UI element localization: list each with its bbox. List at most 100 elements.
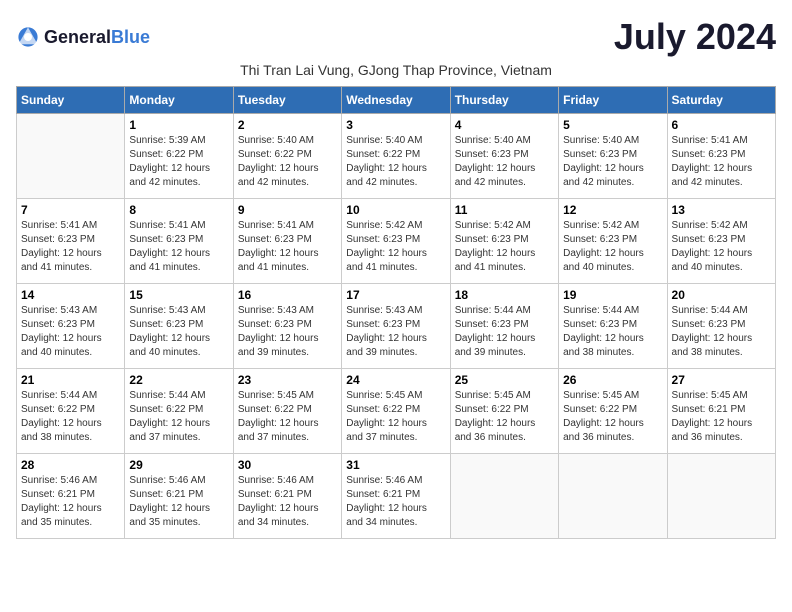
- day-info: Sunrise: 5:46 AM Sunset: 6:21 PM Dayligh…: [129, 474, 228, 530]
- week-row-5: 28 Sunrise: 5:46 AM Sunset: 6:21 PM Dayli…: [17, 454, 776, 539]
- calendar-header: SundayMondayTuesdayWednesdayThursdayFrid…: [17, 87, 776, 114]
- calendar-cell: 21Sunrise: 5:44 AM Sunset: 6:22 PM Dayli…: [17, 369, 125, 454]
- day-number: 3: [346, 118, 445, 132]
- day-header-monday: Monday: [125, 87, 233, 114]
- week-row-3: 14Sunrise: 5:43 AM Sunset: 6:23 PM Dayli…: [17, 284, 776, 369]
- day-number: 4: [455, 118, 554, 132]
- day-number: 22: [129, 373, 228, 387]
- calendar-cell: 6 Sunrise: 5:41 AM Sunset: 6:23 PM Daylig…: [667, 114, 775, 199]
- day-info: Sunrise: 5:41 AM Sunset: 6:23 PM Dayligh…: [238, 219, 337, 275]
- day-info: Sunrise: 5:45 AM Sunset: 6:22 PM Dayligh…: [238, 389, 337, 445]
- calendar-cell: 3Sunrise: 5:40 AM Sunset: 6:22 PM Daylig…: [342, 114, 450, 199]
- day-number: 6: [672, 118, 771, 132]
- day-number: 29: [129, 458, 228, 472]
- day-info: Sunrise: 5:44 AM Sunset: 6:23 PM Dayligh…: [455, 304, 554, 360]
- calendar-cell: 27 Sunrise: 5:45 AM Sunset: 6:21 PM Dayli…: [667, 369, 775, 454]
- day-info: Sunrise: 5:43 AM Sunset: 6:23 PM Dayligh…: [238, 304, 337, 360]
- calendar-cell: 23 Sunrise: 5:45 AM Sunset: 6:22 PM Dayli…: [233, 369, 341, 454]
- calendar-cell: 9 Sunrise: 5:41 AM Sunset: 6:23 PM Daylig…: [233, 199, 341, 284]
- day-info: Sunrise: 5:41 AM Sunset: 6:23 PM Dayligh…: [672, 134, 771, 190]
- logo-general-text: General: [44, 27, 111, 47]
- day-header-saturday: Saturday: [667, 87, 775, 114]
- day-number: 8: [129, 203, 228, 217]
- calendar-cell: 8 Sunrise: 5:41 AM Sunset: 6:23 PM Daylig…: [125, 199, 233, 284]
- day-info: Sunrise: 5:41 AM Sunset: 6:23 PM Dayligh…: [129, 219, 228, 275]
- day-number: 19: [563, 288, 662, 302]
- day-number: 12: [563, 203, 662, 217]
- calendar-table: SundayMondayTuesdayWednesdayThursdayFrid…: [16, 86, 776, 539]
- day-info: Sunrise: 5:41 AM Sunset: 6:23 PM Dayligh…: [21, 219, 120, 275]
- day-header-wednesday: Wednesday: [342, 87, 450, 114]
- calendar-cell: 4 Sunrise: 5:40 AM Sunset: 6:23 PM Daylig…: [450, 114, 558, 199]
- day-number: 18: [455, 288, 554, 302]
- calendar-cell: 16 Sunrise: 5:43 AM Sunset: 6:23 PM Dayli…: [233, 284, 341, 369]
- calendar-cell: 17 Sunrise: 5:43 AM Sunset: 6:23 PM Dayli…: [342, 284, 450, 369]
- day-info: Sunrise: 5:44 AM Sunset: 6:22 PM Dayligh…: [129, 389, 228, 445]
- calendar-cell: 22 Sunrise: 5:44 AM Sunset: 6:22 PM Dayli…: [125, 369, 233, 454]
- day-info: Sunrise: 5:43 AM Sunset: 6:23 PM Dayligh…: [21, 304, 120, 360]
- day-number: 15: [129, 288, 228, 302]
- day-number: 7: [21, 203, 120, 217]
- calendar-cell: [667, 454, 775, 539]
- days-of-week-row: SundayMondayTuesdayWednesdayThursdayFrid…: [17, 87, 776, 114]
- day-number: 20: [672, 288, 771, 302]
- day-number: 13: [672, 203, 771, 217]
- day-header-tuesday: Tuesday: [233, 87, 341, 114]
- day-header-thursday: Thursday: [450, 87, 558, 114]
- week-row-4: 21Sunrise: 5:44 AM Sunset: 6:22 PM Dayli…: [17, 369, 776, 454]
- day-info: Sunrise: 5:40 AM Sunset: 6:23 PM Dayligh…: [563, 134, 662, 190]
- day-info: Sunrise: 5:46 AM Sunset: 6:21 PM Dayligh…: [21, 474, 120, 530]
- calendar-cell: [17, 114, 125, 199]
- day-number: 16: [238, 288, 337, 302]
- day-number: 30: [238, 458, 337, 472]
- calendar-cell: 19 Sunrise: 5:44 AM Sunset: 6:23 PM Dayli…: [559, 284, 667, 369]
- calendar-cell: 15 Sunrise: 5:43 AM Sunset: 6:23 PM Dayli…: [125, 284, 233, 369]
- day-number: 28: [21, 458, 120, 472]
- day-number: 17: [346, 288, 445, 302]
- day-number: 26: [563, 373, 662, 387]
- day-number: 31: [346, 458, 445, 472]
- day-number: 27: [672, 373, 771, 387]
- calendar-cell: 13 Sunrise: 5:42 AM Sunset: 6:23 PM Dayli…: [667, 199, 775, 284]
- day-info: Sunrise: 5:45 AM Sunset: 6:22 PM Dayligh…: [563, 389, 662, 445]
- day-info: Sunrise: 5:43 AM Sunset: 6:23 PM Dayligh…: [129, 304, 228, 360]
- day-header-sunday: Sunday: [17, 87, 125, 114]
- calendar-cell: 20 Sunrise: 5:44 AM Sunset: 6:23 PM Dayli…: [667, 284, 775, 369]
- calendar-subtitle: Thi Tran Lai Vung, GJong Thap Province, …: [16, 62, 776, 78]
- day-info: Sunrise: 5:46 AM Sunset: 6:21 PM Dayligh…: [346, 474, 445, 530]
- day-info: Sunrise: 5:42 AM Sunset: 6:23 PM Dayligh…: [455, 219, 554, 275]
- day-number: 23: [238, 373, 337, 387]
- day-header-friday: Friday: [559, 87, 667, 114]
- day-number: 24: [346, 373, 445, 387]
- week-row-2: 7 Sunrise: 5:41 AM Sunset: 6:23 PM Daylig…: [17, 199, 776, 284]
- day-info: Sunrise: 5:40 AM Sunset: 6:22 PM Dayligh…: [238, 134, 337, 190]
- day-info: Sunrise: 5:39 AM Sunset: 6:22 PM Dayligh…: [129, 134, 228, 190]
- day-info: Sunrise: 5:44 AM Sunset: 6:23 PM Dayligh…: [563, 304, 662, 360]
- calendar-cell: 18 Sunrise: 5:44 AM Sunset: 6:23 PM Dayli…: [450, 284, 558, 369]
- week-row-1: 1Sunrise: 5:39 AM Sunset: 6:22 PM Daylig…: [17, 114, 776, 199]
- calendar-cell: 7 Sunrise: 5:41 AM Sunset: 6:23 PM Daylig…: [17, 199, 125, 284]
- calendar-cell: 1Sunrise: 5:39 AM Sunset: 6:22 PM Daylig…: [125, 114, 233, 199]
- day-number: 9: [238, 203, 337, 217]
- day-info: Sunrise: 5:44 AM Sunset: 6:23 PM Dayligh…: [672, 304, 771, 360]
- calendar-cell: 11 Sunrise: 5:42 AM Sunset: 6:23 PM Dayli…: [450, 199, 558, 284]
- day-info: Sunrise: 5:43 AM Sunset: 6:23 PM Dayligh…: [346, 304, 445, 360]
- day-info: Sunrise: 5:45 AM Sunset: 6:21 PM Dayligh…: [672, 389, 771, 445]
- calendar-cell: 10Sunrise: 5:42 AM Sunset: 6:23 PM Dayli…: [342, 199, 450, 284]
- calendar-cell: 5Sunrise: 5:40 AM Sunset: 6:23 PM Daylig…: [559, 114, 667, 199]
- day-number: 11: [455, 203, 554, 217]
- day-info: Sunrise: 5:42 AM Sunset: 6:23 PM Dayligh…: [346, 219, 445, 275]
- day-info: Sunrise: 5:44 AM Sunset: 6:22 PM Dayligh…: [21, 389, 120, 445]
- month-title: July 2024: [614, 16, 776, 58]
- day-info: Sunrise: 5:40 AM Sunset: 6:23 PM Dayligh…: [455, 134, 554, 190]
- calendar-cell: 30Sunrise: 5:46 AM Sunset: 6:21 PM Dayli…: [233, 454, 341, 539]
- calendar-cell: 26 Sunrise: 5:45 AM Sunset: 6:22 PM Dayli…: [559, 369, 667, 454]
- calendar-cell: 2Sunrise: 5:40 AM Sunset: 6:22 PM Daylig…: [233, 114, 341, 199]
- calendar-cell: 24Sunrise: 5:45 AM Sunset: 6:22 PM Dayli…: [342, 369, 450, 454]
- calendar-cell: [450, 454, 558, 539]
- logo: GeneralBlue: [16, 25, 150, 49]
- logo-blue-text: Blue: [111, 27, 150, 47]
- day-info: Sunrise: 5:42 AM Sunset: 6:23 PM Dayligh…: [563, 219, 662, 275]
- page-header: GeneralBlue July 2024: [16, 16, 776, 58]
- day-info: Sunrise: 5:42 AM Sunset: 6:23 PM Dayligh…: [672, 219, 771, 275]
